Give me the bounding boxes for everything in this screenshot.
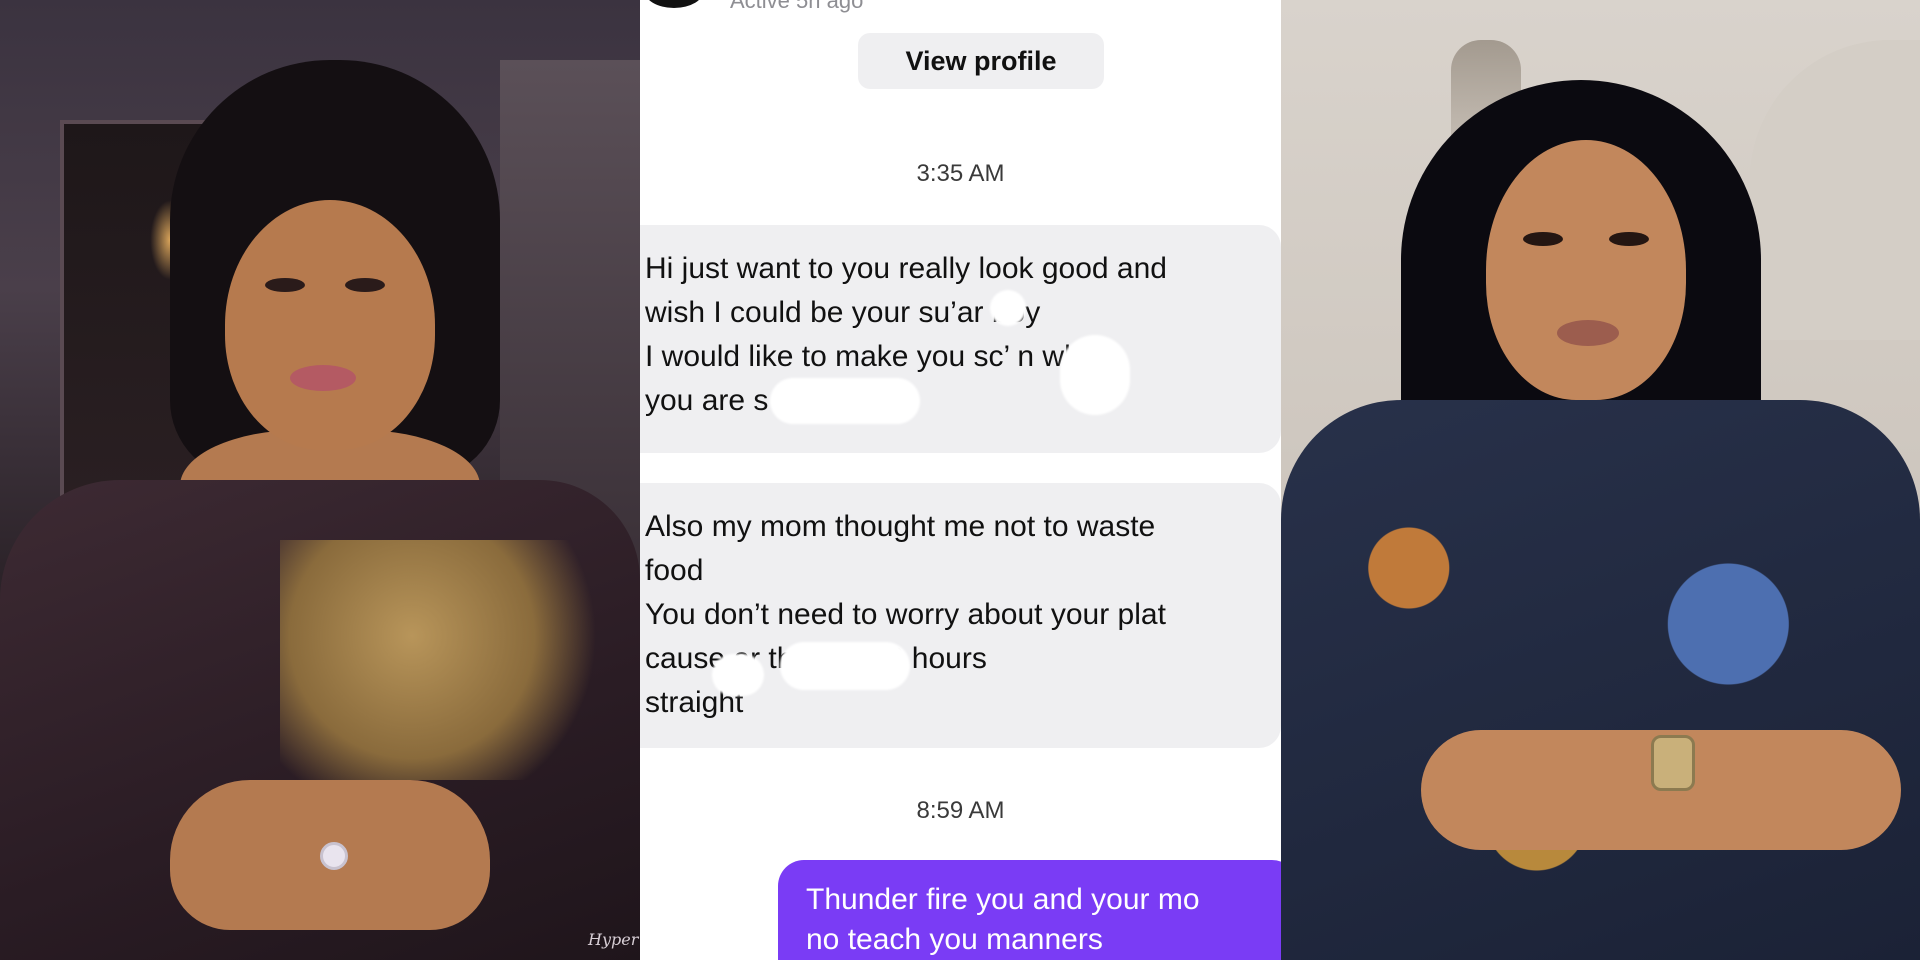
message-line: Thunder fire you and your mo xyxy=(806,883,1200,916)
right-photo-panel xyxy=(1281,0,1920,960)
portrait-eye-left xyxy=(265,278,305,292)
message-line: food xyxy=(645,554,704,587)
timestamp: 3:35 AM xyxy=(916,160,1005,187)
background-arch xyxy=(1750,40,1920,340)
message-line: wish I could be your su’ar boy xyxy=(645,296,1041,329)
left-photo-panel: Hyper xyxy=(0,0,640,960)
portrait-lips xyxy=(1557,320,1619,346)
censor-blot xyxy=(990,290,1026,326)
portrait-watch xyxy=(1651,735,1695,791)
portrait-dress xyxy=(1281,400,1920,960)
incoming-message-1: Hi just want to you really look good and… xyxy=(640,225,1281,453)
portrait-eye-right xyxy=(1609,232,1649,246)
message-line: Also my mom thought me not to waste xyxy=(645,510,1156,543)
avatar[interactable] xyxy=(644,0,704,8)
censor-blot xyxy=(1060,335,1130,415)
outgoing-message: Thunder fire you and your mo no teach yo… xyxy=(778,860,1281,960)
dress-lace xyxy=(280,540,610,780)
portrait-face xyxy=(225,200,435,450)
portrait-face xyxy=(1486,140,1686,400)
message-line: you are s xyxy=(645,384,769,417)
active-status: Active 5h ago xyxy=(730,0,864,13)
censor-blot xyxy=(712,654,764,696)
message-line: no teach you manners xyxy=(806,923,1103,956)
view-profile-button[interactable]: View profile xyxy=(858,33,1104,89)
message-line: You don’t need to worry about your plat xyxy=(645,598,1166,631)
message-line: I would like to make you sc’ n while xyxy=(645,340,1111,373)
portrait-eye-left xyxy=(1523,232,1563,246)
portrait-ring xyxy=(320,842,348,870)
timestamp: 8:59 AM xyxy=(916,797,1005,824)
portrait-eye-right xyxy=(345,278,385,292)
censor-blot xyxy=(780,642,910,690)
portrait-lips xyxy=(290,365,356,391)
photo-watermark: Hyper xyxy=(588,930,639,949)
message-line: Hi just want to you really look good and xyxy=(645,252,1167,285)
censor-blot xyxy=(770,378,920,424)
incoming-message-2: Also my mom thought me not to waste food… xyxy=(640,483,1281,748)
chat-screenshot: Active 5h ago View profile 3:35 AM Hi ju… xyxy=(640,0,1281,960)
